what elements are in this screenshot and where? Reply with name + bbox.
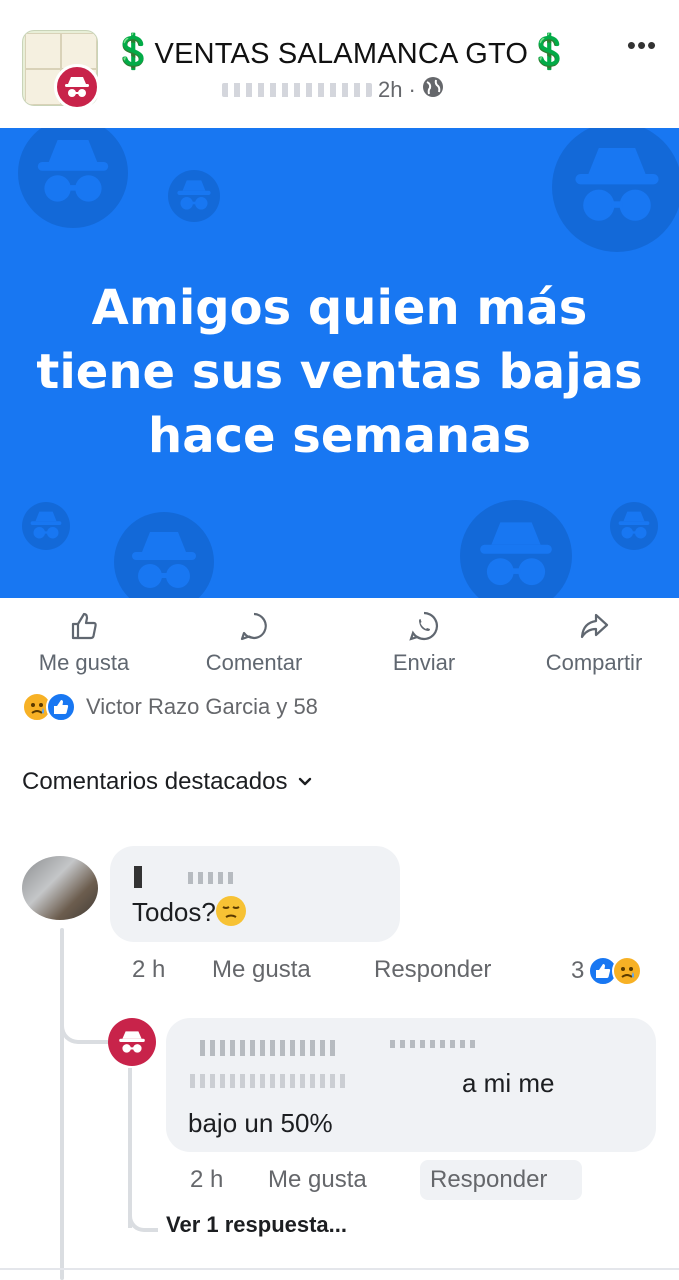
author-name-redacted: [188, 872, 238, 884]
post-meta: 2h ·: [222, 76, 444, 104]
more-options-icon[interactable]: •••: [620, 30, 664, 60]
sad-reaction-icon: [612, 956, 643, 986]
reply-text-line1: a mi me: [462, 1068, 555, 1098]
send-button[interactable]: Enviar: [378, 610, 470, 676]
incognito-watermark-icon: [168, 170, 220, 222]
thread-connector: [128, 1190, 158, 1232]
avatar-tile: [25, 33, 61, 69]
reply-time[interactable]: 2 h: [190, 1166, 223, 1194]
globe-icon: [422, 76, 444, 104]
reactions-summary[interactable]: Victor Razo Garcia y 58: [22, 692, 318, 722]
commenter-avatar[interactable]: [22, 856, 98, 920]
comment-text: Todos?: [132, 896, 246, 928]
comment-reaction-count: 3: [571, 957, 585, 984]
send-label: Enviar: [392, 650, 456, 675]
divider: [0, 1268, 679, 1270]
comment-reply-button[interactable]: Responder: [374, 956, 491, 984]
group-name[interactable]: 💲VENTAS SALAMANCA GTO💲: [112, 32, 571, 72]
comment-bubble-icon: [240, 612, 267, 641]
share-label: Compartir: [545, 650, 643, 675]
author-name-redacted: [222, 83, 372, 97]
reply-text-line2: bajo un 50%: [188, 1108, 333, 1138]
share-button[interactable]: Compartir: [530, 610, 658, 676]
comment-bubble: Todos?: [110, 846, 400, 942]
like-button[interactable]: Me gusta: [28, 610, 140, 676]
incognito-watermark-icon: [552, 128, 679, 252]
comment-button[interactable]: Comentar: [194, 610, 314, 676]
share-arrow-icon: [580, 613, 609, 639]
anonymous-badge-icon: [54, 64, 100, 110]
incognito-watermark-icon: [460, 500, 572, 598]
group-name-text: VENTAS SALAMANCA GTO: [154, 38, 529, 70]
comment-reactions[interactable]: 3: [571, 956, 643, 986]
reply-reply-button[interactable]: Responder: [430, 1166, 547, 1194]
chevron-down-icon: [299, 777, 312, 786]
thread-connector: [60, 1000, 108, 1044]
reply-like-button[interactable]: Me gusta: [268, 1166, 367, 1194]
anonymous-avatar-icon[interactable]: [108, 1018, 156, 1066]
post-header: 💲VENTAS SALAMANCA GTO💲 2h · •••: [0, 0, 679, 128]
author-name-redacted: [200, 1040, 340, 1056]
post-banner[interactable]: Amigos quien más tiene sus ventas bajas …: [0, 128, 679, 598]
incognito-watermark-icon: [610, 502, 658, 550]
reply-bubble: a mi me bajo un 50%: [166, 1018, 656, 1152]
thumbs-up-icon: [71, 612, 97, 640]
author-name-redacted: [390, 1040, 480, 1048]
pensive-emoji-icon: [215, 896, 246, 926]
incognito-watermark-icon: [114, 512, 214, 598]
see-replies-link[interactable]: Ver 1 respuesta...: [166, 1212, 347, 1238]
author-name-redacted: [190, 1074, 350, 1088]
post-actions-bar: Me gusta Comentar Enviar Compartir: [0, 600, 679, 680]
incognito-watermark-icon: [22, 502, 70, 550]
post-time[interactable]: 2h: [378, 77, 402, 103]
comments-filter-dropdown[interactable]: Comentarios destacados: [22, 768, 313, 796]
comment-time[interactable]: 2 h: [132, 956, 165, 984]
like-label: Me gusta: [38, 650, 130, 675]
reactions-summary-text: Victor Razo Garcia y 58: [86, 694, 318, 719]
separator: ·: [408, 77, 416, 102]
like-reaction-icon: [46, 692, 76, 722]
author-name-redacted: [134, 866, 142, 888]
thread-line: [60, 928, 64, 1280]
comment-label: Comentar: [205, 650, 303, 675]
banner-text: Amigos quien más tiene sus ventas bajas …: [36, 280, 643, 464]
incognito-watermark-icon: [18, 128, 128, 228]
comment-text-content: Todos?: [132, 897, 216, 927]
dollar-icon: 💲: [528, 33, 571, 71]
dollar-icon: 💲: [112, 33, 155, 71]
comments-filter-label: Comentarios destacados: [22, 768, 288, 795]
whatsapp-icon: [409, 611, 439, 641]
comment-like-button[interactable]: Me gusta: [212, 956, 311, 984]
